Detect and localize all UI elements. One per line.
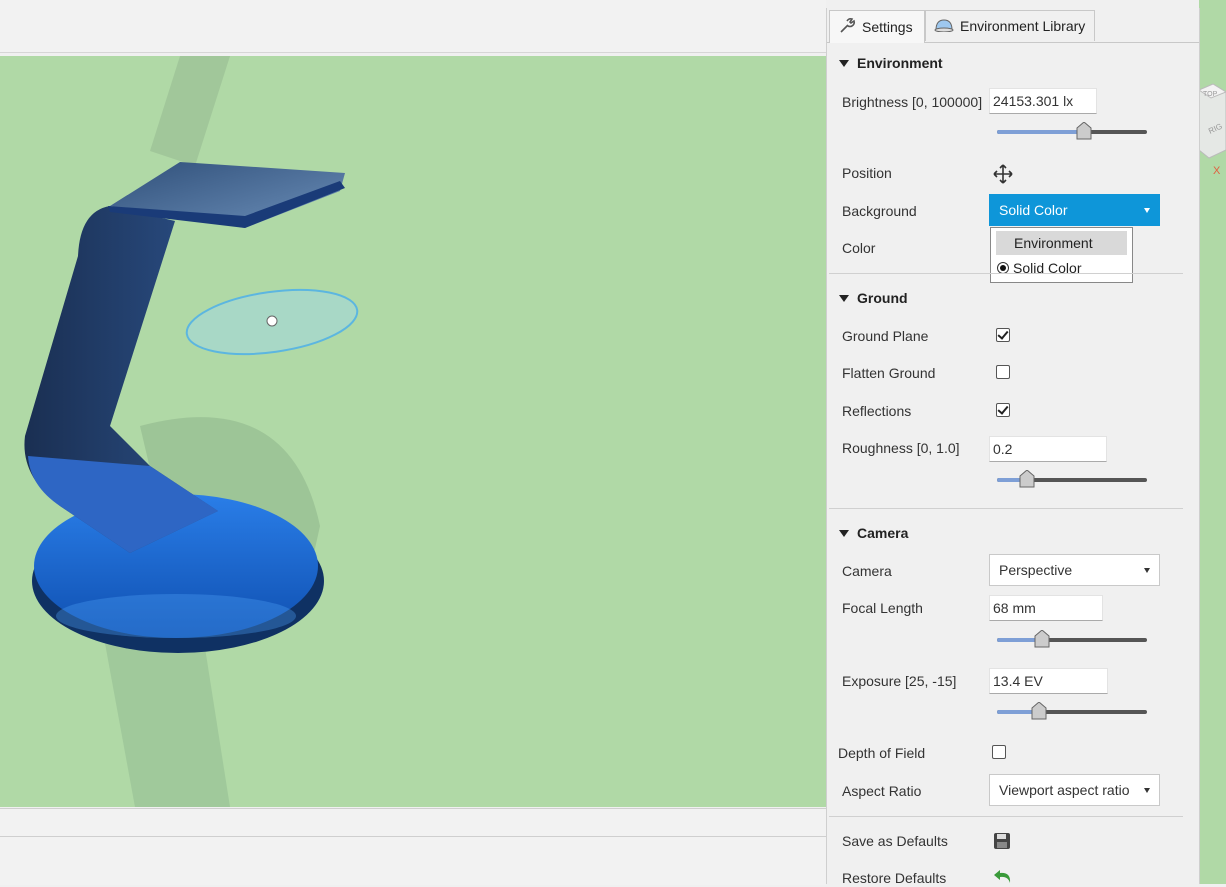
exposure-label: Exposure [25, -15] — [842, 673, 957, 689]
divider — [829, 816, 1183, 817]
aspect-ratio-label: Aspect Ratio — [842, 783, 922, 799]
camera-label: Camera — [842, 563, 892, 579]
reflections-checkbox[interactable] — [996, 403, 1010, 417]
camera-header[interactable]: Camera — [839, 525, 908, 541]
background-select-value: Solid Color — [999, 202, 1068, 218]
viewcube-top-label: TOP — [1203, 91, 1218, 98]
exposure-slider[interactable] — [997, 702, 1147, 720]
floppy-disk-icon[interactable] — [993, 832, 1011, 853]
dropdown-option-environment-label: Environment — [1014, 235, 1093, 251]
viewcube[interactable]: TOP RIG X — [1197, 83, 1226, 177]
ground-plane-label: Ground Plane — [842, 328, 929, 344]
flatten-ground-label: Flatten Ground — [842, 365, 936, 381]
x-axis-label: X — [1213, 165, 1221, 177]
flatten-ground-checkbox[interactable] — [996, 365, 1010, 379]
focal-length-input[interactable]: 68 mm — [989, 595, 1103, 621]
tab-settings-label: Settings — [862, 19, 913, 35]
exposure-input[interactable]: 13.4 EV — [989, 668, 1108, 694]
depth-of-field-checkbox[interactable] — [992, 745, 1006, 759]
tab-environment-library[interactable]: Environment Library — [925, 10, 1095, 41]
brightness-slider[interactable] — [997, 122, 1147, 140]
ground-header-label: Ground — [857, 290, 908, 306]
divider — [829, 508, 1183, 509]
depth-of-field-label: Depth of Field — [838, 745, 926, 761]
background-select[interactable]: Solid Color — [989, 194, 1160, 226]
brightness-label: Brightness [0, 100000] — [842, 94, 983, 110]
viewcube-area: TOP RIG X — [1197, 0, 1226, 884]
chevron-down-icon — [1144, 208, 1150, 213]
color-label: Color — [842, 240, 876, 256]
focal-length-slider[interactable] — [997, 630, 1147, 648]
position-label: Position — [842, 165, 892, 181]
background-label: Background — [842, 203, 917, 219]
reflections-label: Reflections — [842, 403, 912, 419]
panel-tabs: Settings Environment Library — [827, 8, 1199, 43]
wrench-icon — [838, 17, 856, 38]
background-dropdown: Environment Solid Color — [990, 227, 1133, 283]
tab-settings[interactable]: Settings — [829, 10, 925, 43]
chevron-down-icon — [1144, 568, 1150, 573]
camera-select-value: Perspective — [999, 562, 1073, 578]
roughness-input[interactable]: 0.2 — [989, 436, 1107, 462]
dome-icon — [934, 18, 954, 35]
environment-header[interactable]: Environment — [839, 55, 943, 71]
light-shadow — [150, 56, 230, 166]
ground-plane-checkbox[interactable] — [996, 328, 1010, 342]
camera-select[interactable]: Perspective — [989, 554, 1160, 586]
divider — [829, 273, 1183, 274]
bottom-bar — [0, 808, 826, 885]
move-arrows-icon[interactable] — [993, 164, 1013, 187]
undo-arrow-icon[interactable] — [992, 868, 1014, 887]
collapse-triangle-icon — [839, 529, 849, 537]
aspect-ratio-select-value: Viewport aspect ratio — [999, 782, 1130, 798]
scene-canvas[interactable] — [0, 56, 826, 807]
settings-panel: Settings Environment Library Environment… — [826, 8, 1200, 887]
base-highlight — [56, 594, 296, 638]
light-handle[interactable] — [266, 315, 278, 327]
top-toolbar — [0, 0, 826, 53]
roughness-slider[interactable] — [997, 470, 1147, 488]
chevron-down-icon — [1144, 788, 1150, 793]
environment-header-label: Environment — [857, 55, 943, 71]
tab-environment-library-label: Environment Library — [960, 18, 1086, 34]
3d-viewport[interactable] — [0, 56, 826, 807]
focal-length-label: Focal Length — [842, 600, 923, 616]
aspect-ratio-select[interactable]: Viewport aspect ratio — [989, 774, 1160, 806]
save-defaults-label: Save as Defaults — [842, 833, 948, 849]
collapse-triangle-icon — [839, 294, 849, 302]
roughness-label: Roughness [0, 1.0] — [842, 440, 960, 456]
brightness-input[interactable]: 24153.301 lx — [989, 88, 1097, 114]
ground-header[interactable]: Ground — [839, 290, 908, 306]
camera-header-label: Camera — [857, 525, 909, 541]
collapse-triangle-icon — [839, 59, 849, 67]
